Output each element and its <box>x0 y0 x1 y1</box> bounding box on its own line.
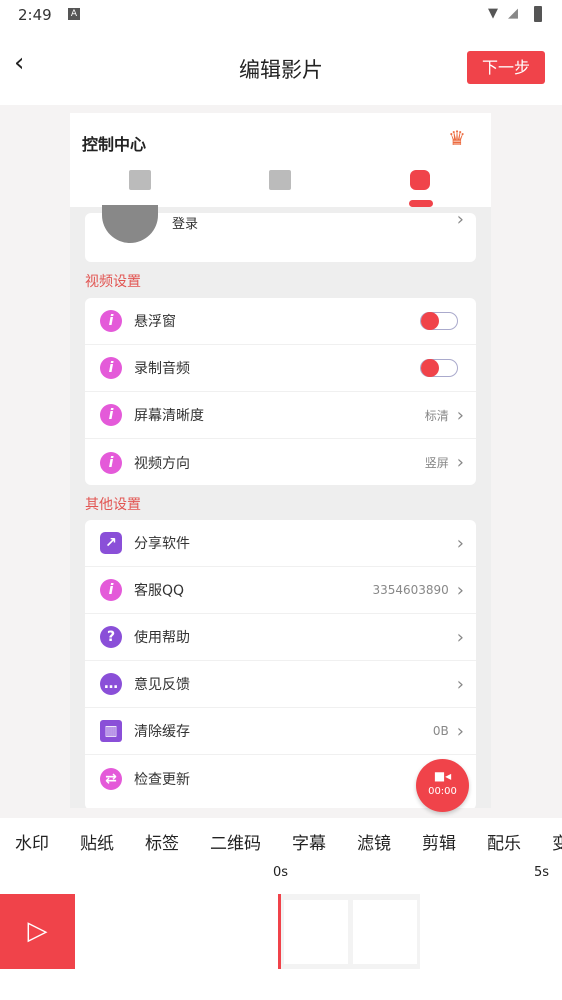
setting-orientation[interactable]: i 视频方向 竖屏 › <box>85 439 476 486</box>
refresh-icon: ⇄ <box>100 767 122 790</box>
wifi-icon: ▼ <box>488 6 498 21</box>
broom-icon: ▥ <box>100 720 122 742</box>
battery-icon <box>534 6 542 22</box>
setting-resolution[interactable]: i 屏幕清晰度 标清 › <box>85 392 476 439</box>
tool-qrcode[interactable]: 二维码 <box>210 829 261 854</box>
info-icon: i <box>100 310 122 332</box>
next-button[interactable]: 下一步 <box>467 51 545 84</box>
tool-cut[interactable]: 剪辑 <box>422 829 456 854</box>
timeline-track[interactable] <box>278 894 420 969</box>
timeline-end: 5s <box>534 865 550 880</box>
a-icon: A <box>68 8 80 20</box>
toggle[interactable] <box>420 312 458 330</box>
tool-sticker[interactable]: 贴纸 <box>80 829 114 854</box>
login-label: 登录 <box>172 217 199 232</box>
section-other: 其他设置 <box>85 497 141 513</box>
tool-subtitle[interactable]: 字幕 <box>292 829 326 854</box>
chat-icon: … <box>100 673 122 695</box>
setting-floating-window[interactable]: i 悬浮窗 <box>85 298 476 345</box>
image-tab-icon[interactable] <box>269 170 291 190</box>
setting-share[interactable]: ↗ 分享软件 › <box>85 520 476 567</box>
avatar <box>102 205 158 243</box>
thumbnail <box>284 900 348 964</box>
info-icon: i <box>100 357 122 379</box>
info-icon: i <box>100 579 122 601</box>
other-settings-card: ↗ 分享软件 › i 客服QQ 3354603890 › ? 使用帮助 › … 意见反馈 › ▥ 清… <box>85 520 476 808</box>
login-card[interactable]: 登录 › <box>85 205 476 262</box>
crown-icon[interactable]: ♛ <box>448 126 466 150</box>
setting-clear-cache[interactable]: ▥ 清除缓存 0B › <box>85 708 476 755</box>
record-fab[interactable]: ■◂ 00:00 <box>416 759 469 812</box>
setting-record-audio[interactable]: i 录制音频 <box>85 345 476 392</box>
tool-watermark[interactable]: 水印 <box>15 829 49 854</box>
video-tab-icon[interactable] <box>129 170 151 190</box>
tool-music[interactable]: 配乐 <box>487 829 521 854</box>
tab-indicator <box>409 200 433 207</box>
section-video: 视频设置 <box>85 274 141 290</box>
chevron-right-icon: › <box>456 626 464 648</box>
chevron-right-icon: › <box>456 404 464 426</box>
tool-more[interactable]: 变 <box>552 829 562 854</box>
chevron-right-icon: › <box>456 720 464 742</box>
thumbnail <box>353 900 417 964</box>
info-icon: i <box>100 451 122 474</box>
info-icon: i <box>100 404 122 426</box>
setting-feedback[interactable]: … 意见反馈 › <box>85 661 476 708</box>
toggle[interactable] <box>420 359 458 377</box>
video-settings-card: i 悬浮窗 i 录制音频 i 屏幕清晰度 标清 › i 视频方向 竖屏 › <box>85 298 476 485</box>
camera-icon: ■◂ <box>433 769 452 783</box>
clock: 2:49 <box>18 6 52 24</box>
chevron-right-icon: › <box>456 452 464 473</box>
chevron-right-icon: › <box>456 209 464 230</box>
chevron-right-icon: › <box>456 579 464 601</box>
play-button[interactable]: ▷ <box>0 894 75 969</box>
chevron-right-icon: › <box>456 673 464 695</box>
tool-label[interactable]: 标签 <box>145 829 179 854</box>
signal-icon: ◢ <box>508 6 518 21</box>
help-icon: ? <box>100 626 122 648</box>
preview-screen: 控制中心 ♛ 登录 › 视频设置 i 悬浮窗 i 录制音频 i 屏幕清晰度 标清 › i视… <box>70 113 491 808</box>
share-icon: ↗ <box>100 532 122 554</box>
tool-filter[interactable]: 滤镜 <box>357 829 391 854</box>
setting-help[interactable]: ? 使用帮助 › <box>85 614 476 661</box>
timeline-start: 0s <box>273 865 289 880</box>
setting-qq[interactable]: i 客服QQ 3354603890 › <box>85 567 476 614</box>
control-title: 控制中心 <box>82 135 147 154</box>
status-bar: 2:49 A ▼ ◢ <box>0 0 562 30</box>
chevron-right-icon: › <box>456 532 464 554</box>
header: ‹ 编辑影片 下一步 <box>0 30 562 105</box>
settings-tab-icon[interactable] <box>410 170 430 190</box>
